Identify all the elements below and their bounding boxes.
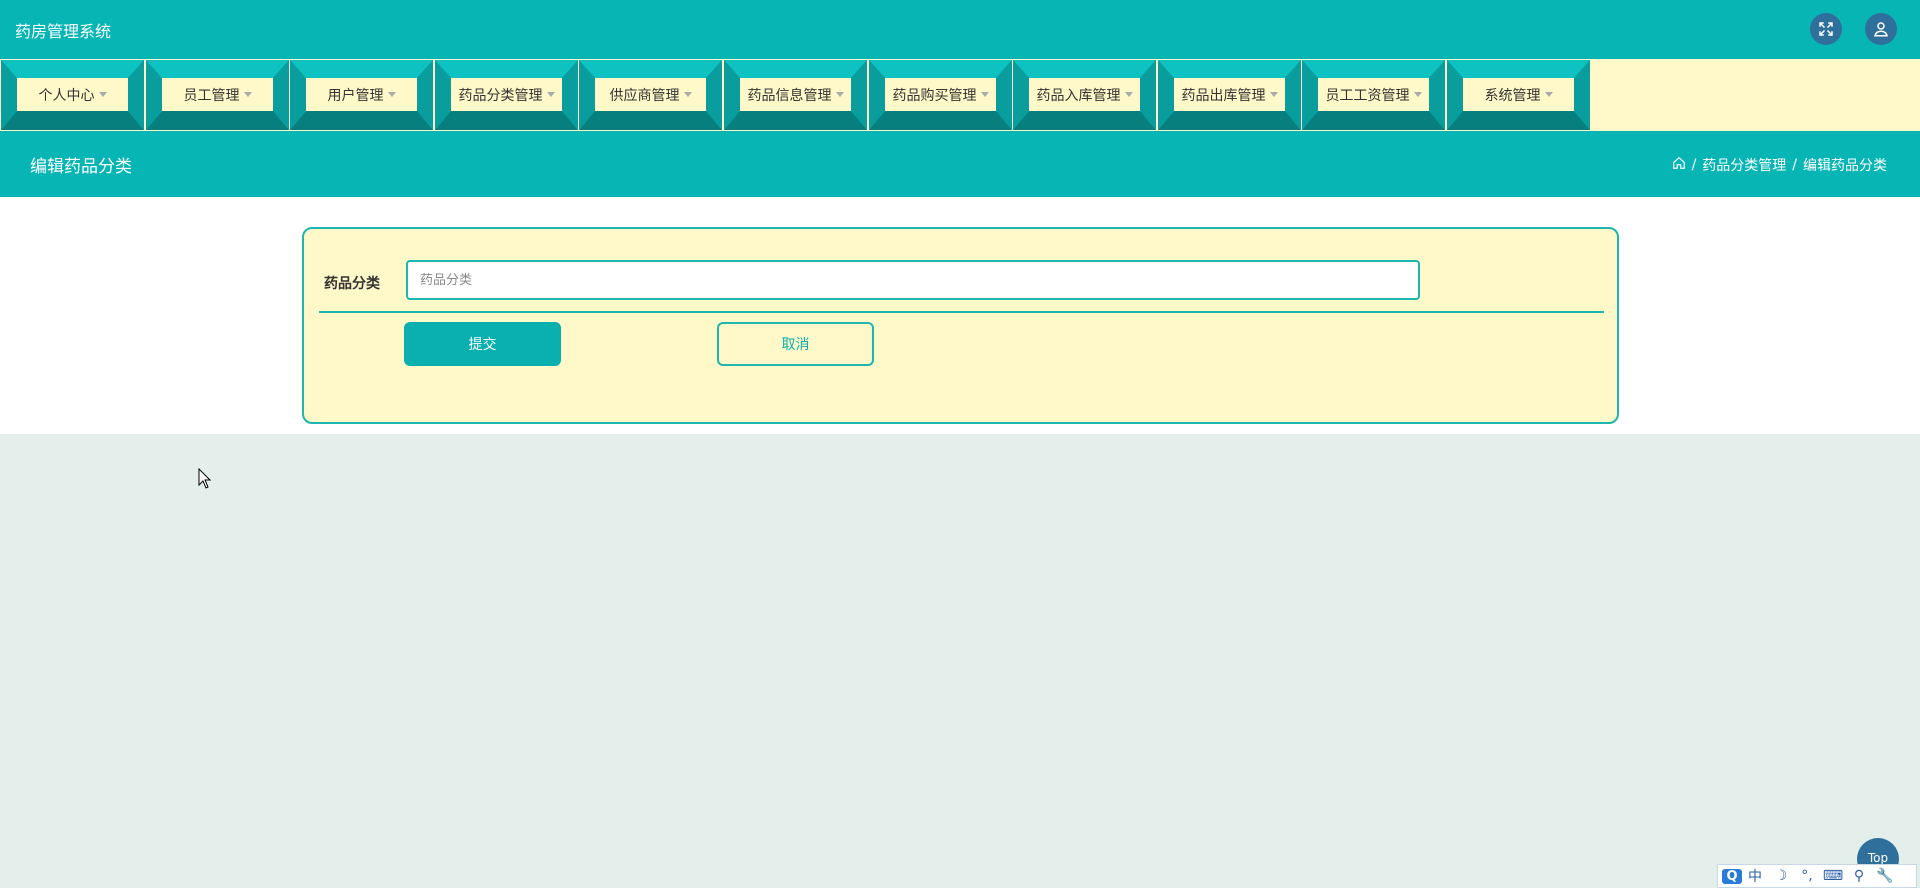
- nav-item[interactable]: 个人中心: [1, 60, 144, 130]
- ime-keyboard-icon[interactable]: ⌨: [1820, 868, 1846, 884]
- nav-item-inner[interactable]: 药品入库管理: [1029, 78, 1140, 111]
- nav-item-inner[interactable]: 系统管理: [1463, 78, 1574, 111]
- nav-item-inner[interactable]: 员工管理: [162, 78, 273, 111]
- nav-item-label: 药品信息管理: [747, 87, 832, 104]
- nav-item-inner[interactable]: 供应商管理: [595, 78, 706, 111]
- nav-item-inner[interactable]: 用户管理: [306, 78, 417, 111]
- nav-item-inner[interactable]: 个人中心: [17, 78, 128, 111]
- ime-chinese-mode[interactable]: 中: [1742, 866, 1768, 886]
- nav-item-inner[interactable]: 药品分类管理: [451, 78, 562, 111]
- caret-down-icon: [683, 92, 692, 97]
- nav-item[interactable]: 药品分类管理: [435, 60, 578, 130]
- nav-item[interactable]: 药品信息管理: [724, 60, 867, 130]
- nav-item[interactable]: 员工管理: [146, 60, 289, 130]
- nav-item[interactable]: 药品购买管理: [869, 60, 1012, 130]
- caret-down-icon: [1544, 92, 1553, 97]
- page-header: 编辑药品分类 / 药品分类管理 / 编辑药品分类: [0, 131, 1920, 197]
- nav-item[interactable]: 药品入库管理: [1013, 60, 1156, 130]
- edit-form: 药品分类 提交 取消: [302, 227, 1619, 424]
- ime-punctuation-icon[interactable]: °,: [1794, 868, 1820, 884]
- caret-down-icon: [980, 92, 989, 97]
- breadcrumb-separator: /: [1691, 157, 1697, 173]
- breadcrumb-item-category[interactable]: 药品分类管理: [1702, 155, 1786, 175]
- breadcrumb-item-current: 编辑药品分类: [1803, 158, 1887, 174]
- main-nav: 个人中心 员工管理 用户管理 药品分类管理 供应商管理 药品信息管理 药品购买管理 药品入库管…: [0, 59, 1920, 131]
- nav-item-label: 药品出库管理: [1181, 87, 1266, 104]
- nav-item-inner[interactable]: 药品信息管理: [740, 78, 851, 111]
- ime-moon-icon[interactable]: ☽: [1768, 868, 1794, 884]
- nav-item[interactable]: 系统管理: [1447, 60, 1590, 130]
- nav-item-label: 用户管理: [327, 87, 384, 104]
- breadcrumb-separator: /: [1792, 157, 1797, 173]
- form-divider: [319, 311, 1604, 313]
- mouse-cursor-icon: [198, 468, 212, 489]
- category-field-label: 药品分类: [324, 276, 380, 292]
- caret-down-icon: [1269, 92, 1278, 97]
- caret-down-icon: [546, 92, 555, 97]
- nav-item-label: 系统管理: [1484, 87, 1541, 104]
- nav-item-inner[interactable]: 药品出库管理: [1174, 78, 1285, 111]
- caret-down-icon: [243, 92, 252, 97]
- caret-down-icon: [1124, 92, 1133, 97]
- caret-down-icon: [1413, 92, 1422, 97]
- category-input[interactable]: [406, 260, 1420, 300]
- nav-item-label: 供应商管理: [609, 87, 680, 104]
- nav-item-label: 个人中心: [38, 87, 95, 104]
- nav-item-label: 员工管理: [183, 87, 240, 104]
- breadcrumb: / 药品分类管理 / 编辑药品分类: [1672, 155, 1887, 175]
- submit-button[interactable]: 提交: [404, 322, 561, 366]
- nav-item[interactable]: 员工工资管理: [1302, 60, 1445, 130]
- caret-down-icon: [835, 92, 844, 97]
- nav-item[interactable]: 供应商管理: [579, 60, 722, 130]
- cancel-button[interactable]: 取消: [717, 322, 874, 366]
- top-bar: 药房管理系统: [0, 0, 1920, 59]
- caret-down-icon: [98, 92, 107, 97]
- ime-settings-icon[interactable]: 🔧: [1872, 868, 1898, 884]
- ime-toolbar: Q 中 ☽ °, ⌨ ⚲ 🔧: [1717, 864, 1917, 888]
- app-title: 药房管理系统: [15, 21, 112, 41]
- nav-item-inner[interactable]: 药品购买管理: [885, 78, 996, 111]
- nav-item-label: 药品购买管理: [892, 87, 977, 104]
- ime-logo-icon[interactable]: Q: [1722, 868, 1742, 884]
- home-icon[interactable]: [1672, 156, 1686, 174]
- caret-down-icon: [387, 92, 396, 97]
- nav-item[interactable]: 药品出库管理: [1158, 60, 1301, 130]
- ime-tool-icon[interactable]: ⚲: [1846, 868, 1872, 884]
- nav-item-label: 员工工资管理: [1325, 87, 1410, 104]
- page-title: 编辑药品分类: [30, 156, 132, 177]
- nav-item-label: 药品入库管理: [1036, 87, 1121, 104]
- nav-item[interactable]: 用户管理: [290, 60, 433, 130]
- nav-item-label: 药品分类管理: [458, 87, 543, 104]
- nav-item-inner[interactable]: 员工工资管理: [1318, 78, 1429, 111]
- expand-icon[interactable]: [1810, 13, 1842, 45]
- user-icon[interactable]: [1865, 13, 1897, 45]
